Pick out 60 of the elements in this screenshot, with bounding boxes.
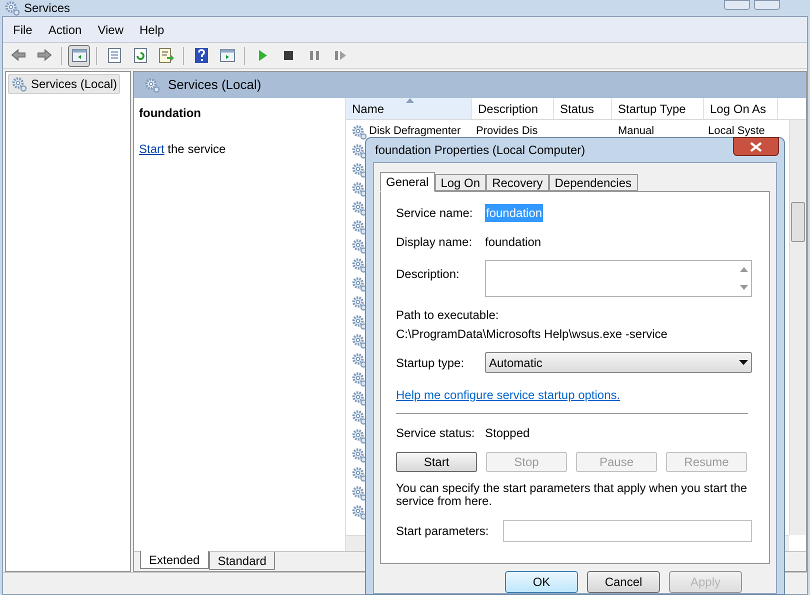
start-service-text: Start the service	[139, 141, 227, 158]
minimize-button[interactable]	[724, 0, 750, 10]
dialog-title: foundation Properties (Local Computer)	[374, 142, 586, 159]
field-label: Service status:	[396, 425, 476, 442]
dialog-tab[interactable]: Log On	[434, 174, 486, 191]
gear-icon	[11, 76, 27, 92]
menu-item[interactable]: Action	[48, 20, 82, 38]
export-list-icon[interactable]	[158, 47, 174, 64]
table-cell-text: Provides Dis	[475, 124, 539, 140]
menu-item[interactable]: Help	[140, 20, 164, 38]
help-link[interactable]: Help me configure service startup options.	[396, 386, 620, 404]
dialog-button[interactable]: Cancel	[587, 571, 660, 593]
field-label: Display name:	[396, 234, 474, 251]
service-status-value: Stopped	[485, 425, 530, 442]
gear-icon	[144, 77, 160, 93]
dialog-tab[interactable]: Recovery	[486, 174, 549, 191]
service-title: foundation	[139, 105, 202, 122]
column-header[interactable]: Name	[346, 98, 472, 119]
view-tab[interactable]: Extended	[140, 551, 209, 569]
scroll-up-icon[interactable]	[740, 267, 748, 272]
dialog-tab[interactable]: Dependencies	[548, 174, 638, 191]
field-label: Description:	[396, 266, 460, 283]
close-icon[interactable]	[750, 142, 762, 152]
tree-item[interactable]: Services (Local)	[8, 74, 120, 94]
dialog-button[interactable]: OK	[505, 571, 578, 593]
table-cell-text: Local Syste	[707, 124, 766, 140]
start-link[interactable]: Start	[139, 142, 164, 156]
help-icon[interactable]	[192, 47, 210, 64]
scroll-thumb[interactable]	[791, 202, 805, 242]
table-cell-text: Disk Defragmenter	[368, 124, 462, 140]
maximize-button[interactable]	[754, 0, 780, 10]
sort-arrow-icon	[406, 98, 414, 103]
menu-item[interactable]: File	[13, 20, 32, 38]
display-name-value: foundation	[485, 234, 542, 251]
action-pane-icon[interactable]	[218, 47, 236, 64]
panel-title: Services (Local)	[168, 76, 262, 94]
window-title: Services	[24, 0, 70, 17]
help-text: You can specify the start parameters that apply when you start the service from here.	[396, 482, 748, 508]
scroll-down-icon[interactable]	[740, 285, 748, 290]
back-arrow-icon[interactable]	[10, 47, 26, 64]
startup-type-dropdown[interactable]: Automatic	[485, 352, 752, 373]
service-control-button[interactable]: Start	[396, 452, 477, 472]
tree-pane-icon[interactable]	[70, 47, 88, 64]
dialog-tab[interactable]: General	[380, 172, 435, 192]
field-label: Startup type:	[396, 354, 466, 372]
path-value: C:\ProgramData\Microsofts Help\wsus.exe -service	[396, 326, 668, 343]
start-parameters-field[interactable]	[503, 520, 752, 542]
dropdown-arrow-icon	[739, 360, 748, 365]
gear-icon	[351, 124, 367, 140]
path-label: Path to executable:	[396, 307, 500, 324]
description-field[interactable]	[485, 260, 752, 297]
properties-icon[interactable]	[106, 47, 122, 64]
field-label: Service name:	[396, 205, 474, 222]
field-label: Start parameters:	[396, 523, 490, 540]
table-cell-text: Manual	[617, 124, 656, 140]
close-button[interactable]	[733, 137, 779, 156]
forward-arrow-icon[interactable]	[36, 47, 52, 64]
refresh-icon[interactable]	[132, 47, 148, 64]
menu-item[interactable]: View	[98, 20, 124, 38]
view-tab[interactable]: Standard	[208, 552, 276, 570]
